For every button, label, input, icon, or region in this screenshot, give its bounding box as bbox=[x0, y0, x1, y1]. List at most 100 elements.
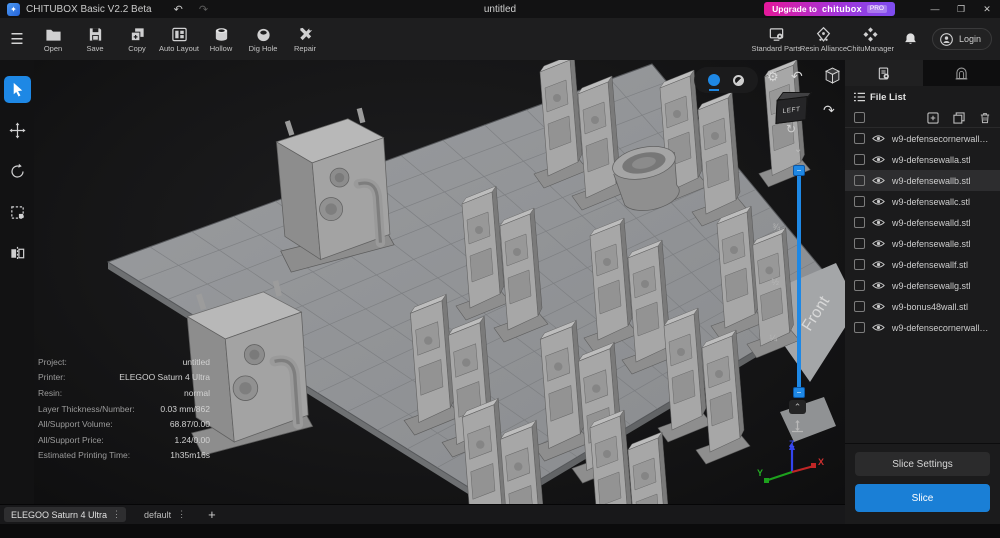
mirror-tool-button[interactable] bbox=[4, 240, 31, 267]
login-button[interactable]: Login bbox=[931, 28, 992, 50]
file-name: w9-defensewallc.stl bbox=[892, 196, 971, 207]
add-file-icon[interactable] bbox=[927, 111, 939, 124]
perspective-cube-icon[interactable] bbox=[824, 67, 841, 89]
z-clip-lower-handle[interactable] bbox=[793, 387, 805, 398]
render-mode-toggle[interactable] bbox=[694, 67, 758, 93]
hollow-button[interactable]: Hollow bbox=[200, 26, 242, 53]
z-clip-upper-handle[interactable] bbox=[793, 165, 805, 176]
maximize-button[interactable]: ❐ bbox=[948, 0, 974, 18]
mirror-icon bbox=[10, 246, 24, 261]
nav-cube-left-face[interactable]: LEFT bbox=[775, 95, 808, 125]
visibility-eye-icon[interactable] bbox=[872, 155, 885, 164]
row-checkbox[interactable] bbox=[854, 217, 865, 228]
solid-view-icon[interactable] bbox=[707, 74, 720, 91]
visibility-eye-icon[interactable] bbox=[872, 323, 885, 332]
bell-icon bbox=[905, 33, 917, 44]
row-checkbox[interactable] bbox=[854, 238, 865, 249]
save-button[interactable]: Save bbox=[74, 26, 116, 53]
repair-button[interactable]: Repair bbox=[284, 26, 326, 53]
slider-tick-34: ¾ bbox=[772, 222, 780, 232]
rotate-icon bbox=[10, 163, 24, 178]
menu-icon[interactable]: ☰ bbox=[2, 30, 32, 48]
slice-button[interactable]: Slice bbox=[855, 484, 990, 512]
viewport-settings-gear-icon[interactable]: ⚙ bbox=[767, 69, 779, 85]
printer-tab-icon bbox=[955, 67, 968, 79]
visibility-eye-icon[interactable] bbox=[872, 281, 885, 290]
visibility-eye-icon[interactable] bbox=[872, 197, 885, 206]
duplicate-file-icon[interactable] bbox=[953, 111, 965, 124]
close-button[interactable]: ✕ bbox=[974, 0, 1000, 18]
upgrade-pro-button[interactable]: Upgrade to chitubox PRO bbox=[764, 2, 895, 16]
visibility-eye-icon[interactable] bbox=[872, 239, 885, 248]
file-row[interactable]: w9-defensewalle.stl bbox=[845, 233, 1000, 254]
tab-file-list[interactable] bbox=[845, 60, 923, 86]
file-row[interactable]: w9-defensecornerwall2... bbox=[845, 128, 1000, 149]
dig-hole-button[interactable]: Dig Hole bbox=[242, 26, 284, 53]
visibility-eye-icon[interactable] bbox=[872, 302, 885, 311]
chitubox-window: ✦ CHITUBOX Basic V2.2 Beta ↶ ↷ untitled … bbox=[0, 0, 1000, 538]
row-checkbox[interactable] bbox=[854, 259, 865, 270]
resin-alliance-button[interactable]: Resin Alliance bbox=[800, 26, 847, 53]
scale-tool-button[interactable] bbox=[4, 199, 31, 226]
copy-button[interactable]: Copy bbox=[116, 26, 158, 53]
select-tool-button[interactable] bbox=[3, 76, 31, 103]
row-checkbox[interactable] bbox=[854, 133, 865, 144]
copy-icon bbox=[130, 27, 144, 41]
file-row[interactable]: w9-defensewallc.stl bbox=[845, 191, 1000, 212]
file-name: w9-defensewalld.stl bbox=[892, 217, 971, 228]
row-checkbox[interactable] bbox=[854, 322, 865, 333]
viewport-3d[interactable]: Front ⚙ ↶ LEFT ↷ ↻ ⌄ ¾ ½ ¼ ⌃ Z X Y Proje… bbox=[34, 60, 845, 504]
file-row[interactable]: w9-defensewalla.stl bbox=[845, 149, 1000, 170]
z-height-icon[interactable] bbox=[790, 419, 805, 439]
axis-z-label: Z bbox=[789, 439, 795, 449]
standard-parts-button[interactable]: Standard Parts bbox=[751, 26, 801, 53]
visibility-eye-icon[interactable] bbox=[872, 218, 885, 227]
visibility-eye-icon[interactable] bbox=[872, 134, 885, 143]
undo-icon[interactable]: ↶ bbox=[174, 3, 183, 16]
file-row[interactable]: w9-defensewallf.stl bbox=[845, 254, 1000, 275]
collapse-chevron-icon[interactable]: ⌄ bbox=[794, 144, 802, 155]
shaded-view-icon[interactable] bbox=[733, 74, 745, 86]
panel-divider bbox=[845, 443, 1000, 444]
row-checkbox[interactable] bbox=[854, 301, 865, 312]
more-vertical-icon[interactable]: ⋮ bbox=[112, 509, 121, 520]
delete-file-icon[interactable] bbox=[979, 112, 991, 124]
profile-tab[interactable]: default ⋮ bbox=[144, 509, 186, 520]
rotate-tool-button[interactable] bbox=[4, 158, 31, 185]
select-all-checkbox[interactable] bbox=[854, 112, 865, 123]
add-plate-button[interactable]: + bbox=[208, 507, 216, 522]
move-tool-button[interactable] bbox=[4, 117, 31, 144]
notifications-button[interactable] bbox=[894, 31, 928, 47]
file-row[interactable]: w9-bonus48wall.stl bbox=[845, 296, 1000, 317]
row-checkbox[interactable] bbox=[854, 280, 865, 291]
slider-expand-button[interactable]: ⌃ bbox=[789, 400, 806, 414]
more-vertical-icon[interactable]: ⋮ bbox=[177, 509, 186, 520]
tool-sidebar bbox=[0, 60, 34, 504]
z-clip-slider-track[interactable] bbox=[797, 173, 801, 390]
slice-settings-button[interactable]: Slice Settings bbox=[855, 452, 990, 476]
axis-x-label: X bbox=[818, 457, 824, 467]
navigation-cube[interactable]: LEFT bbox=[775, 92, 814, 126]
open-button[interactable]: Open bbox=[32, 26, 74, 53]
chitumanager-button[interactable]: ChituManager bbox=[847, 26, 894, 53]
row-checkbox[interactable] bbox=[854, 154, 865, 165]
file-row[interactable]: w9-defensecornerwall1... bbox=[845, 317, 1000, 338]
upgrade-label: Upgrade to bbox=[772, 4, 817, 14]
toolbar-right: Standard Parts Resin Alliance ChituManag… bbox=[751, 18, 992, 60]
printer-tab[interactable]: ELEGOO Saturn 4 Ultra ⋮ bbox=[4, 507, 127, 522]
scale-icon bbox=[10, 206, 24, 219]
file-row[interactable]: w9-defensewallg.stl bbox=[845, 275, 1000, 296]
tab-printer[interactable] bbox=[922, 60, 1000, 86]
row-checkbox[interactable] bbox=[854, 196, 865, 207]
row-checkbox[interactable] bbox=[854, 175, 865, 186]
rotate-view-ccw-icon[interactable]: ↶ bbox=[791, 68, 803, 85]
redo-icon[interactable]: ↷ bbox=[199, 3, 208, 16]
file-row-selected[interactable]: w9-defensewallb.stl bbox=[845, 170, 1000, 191]
minimize-button[interactable]: — bbox=[922, 0, 948, 18]
visibility-eye-icon[interactable] bbox=[872, 260, 885, 269]
auto-layout-button[interactable]: Auto Layout bbox=[158, 26, 200, 53]
rotate-view-cw-icon[interactable]: ↷ bbox=[823, 102, 835, 119]
visibility-eye-icon[interactable] bbox=[872, 176, 885, 185]
rotate-cube-icon[interactable]: ↻ bbox=[786, 122, 796, 136]
file-row[interactable]: w9-defensewalld.stl bbox=[845, 212, 1000, 233]
